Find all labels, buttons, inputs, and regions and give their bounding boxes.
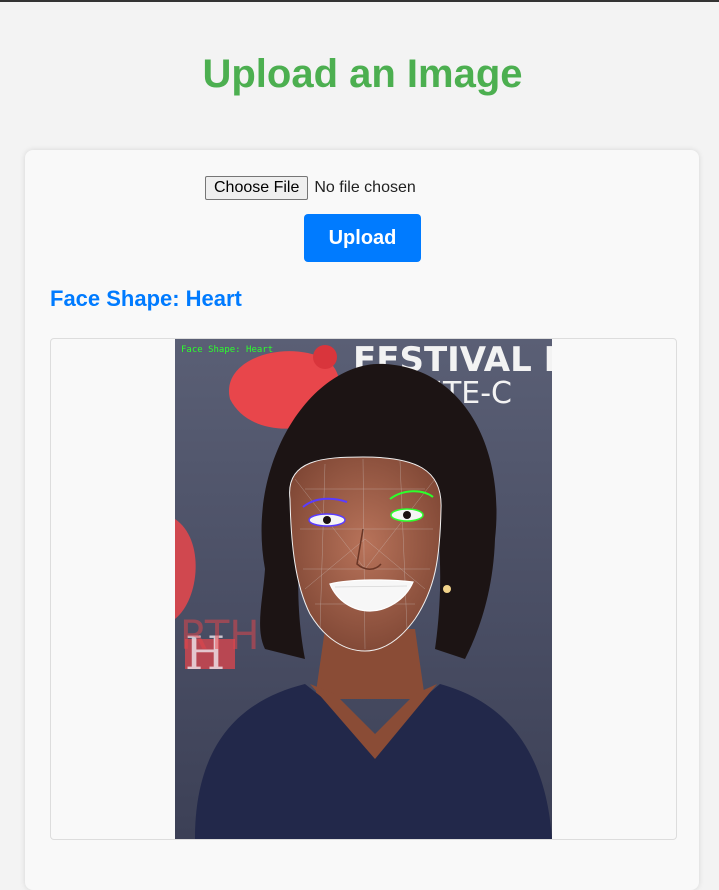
face-landmark-image: H RTH FESTIVAL D MONTE-C (175, 339, 552, 839)
page-title: Upload an Image (202, 52, 523, 96)
choose-file-button[interactable]: Choose File (205, 176, 309, 200)
upload-button[interactable]: Upload (304, 214, 421, 262)
face-shape-result: Face Shape: Heart (50, 286, 242, 312)
upload-card: Choose File No file chosen Upload Face S… (25, 150, 699, 890)
overlay-face-shape-label: Face Shape: Heart (181, 345, 274, 355)
face-shape-value: Heart (185, 286, 242, 311)
window-top-border (0, 0, 719, 2)
svg-text:RTH: RTH (180, 613, 259, 659)
face-shape-label: Face Shape: (50, 286, 180, 311)
file-status-text: No file chosen (314, 179, 416, 196)
result-image-frame: H RTH FESTIVAL D MONTE-C (50, 338, 677, 840)
file-input[interactable]: Choose File No file chosen (205, 176, 416, 200)
